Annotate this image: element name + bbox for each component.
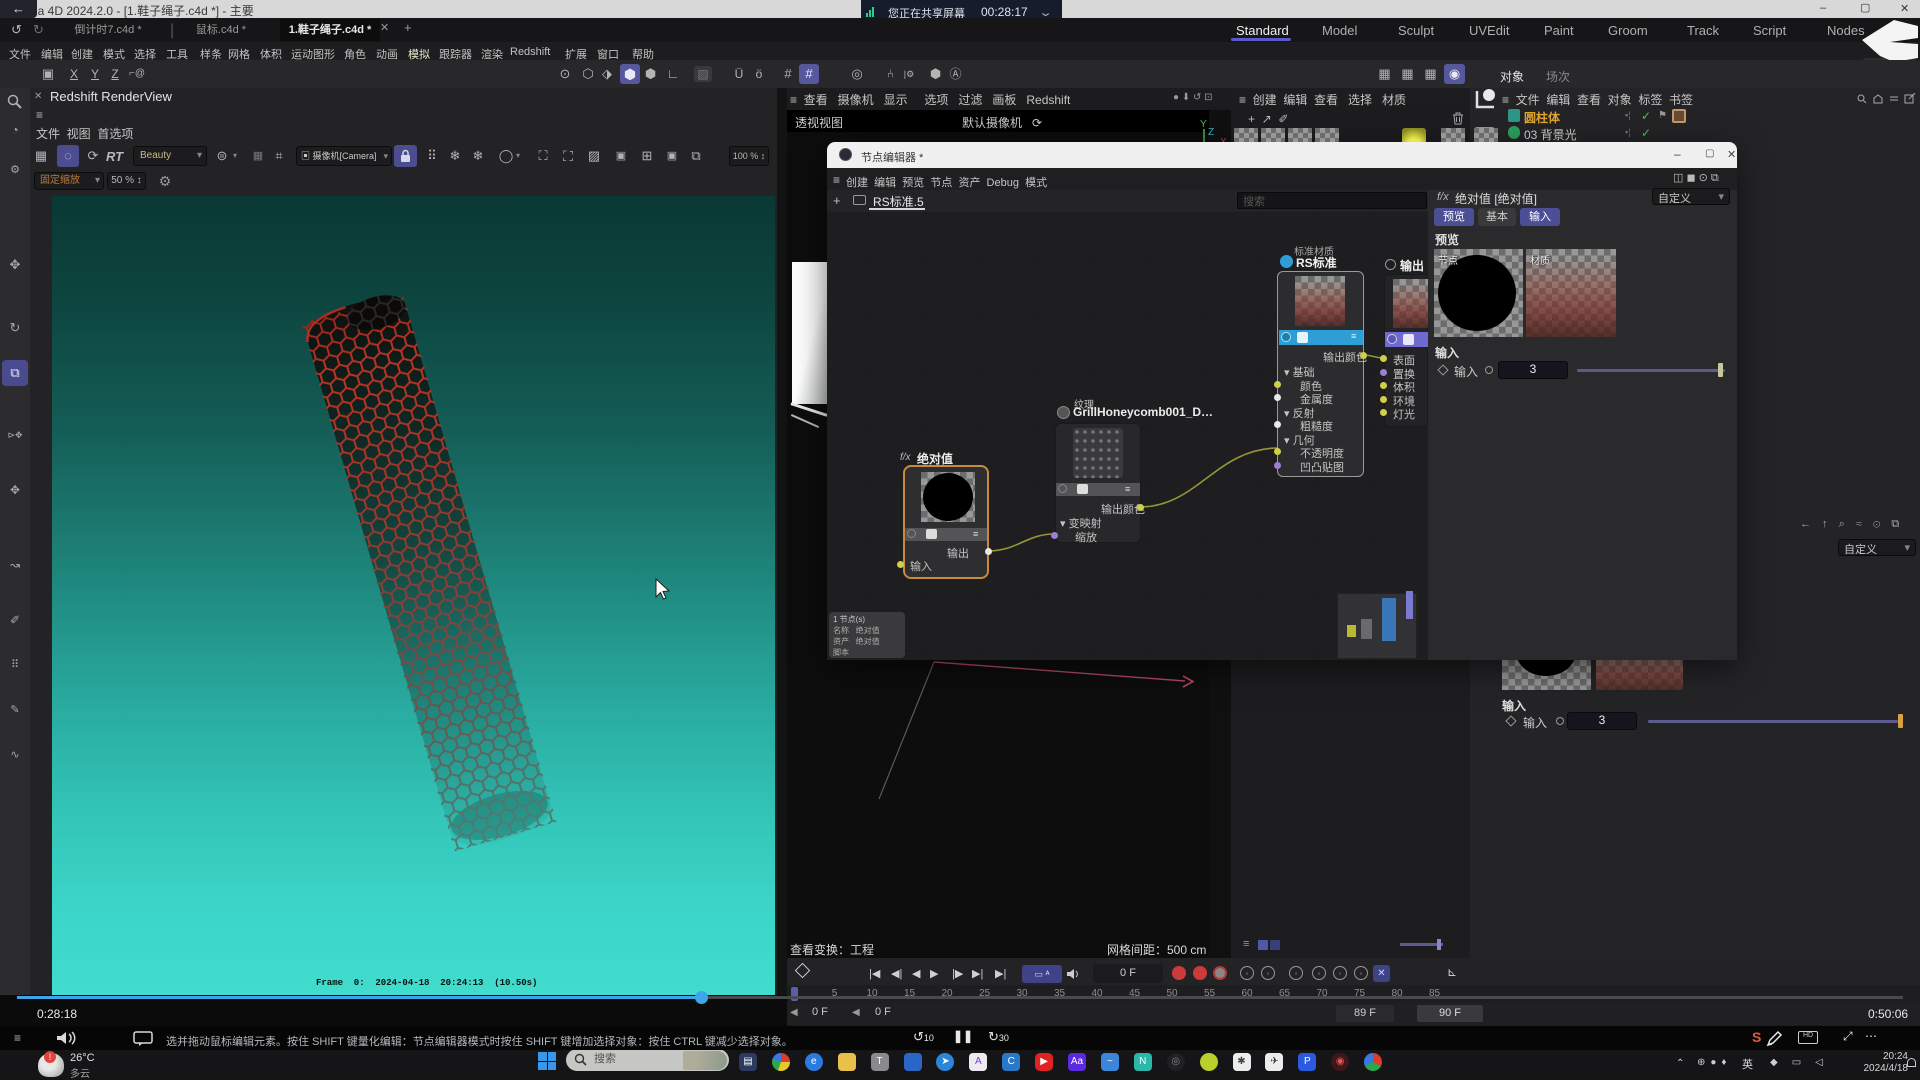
- svg-text:Z: Z: [1208, 127, 1214, 138]
- svg-text:Y: Y: [1200, 119, 1207, 130]
